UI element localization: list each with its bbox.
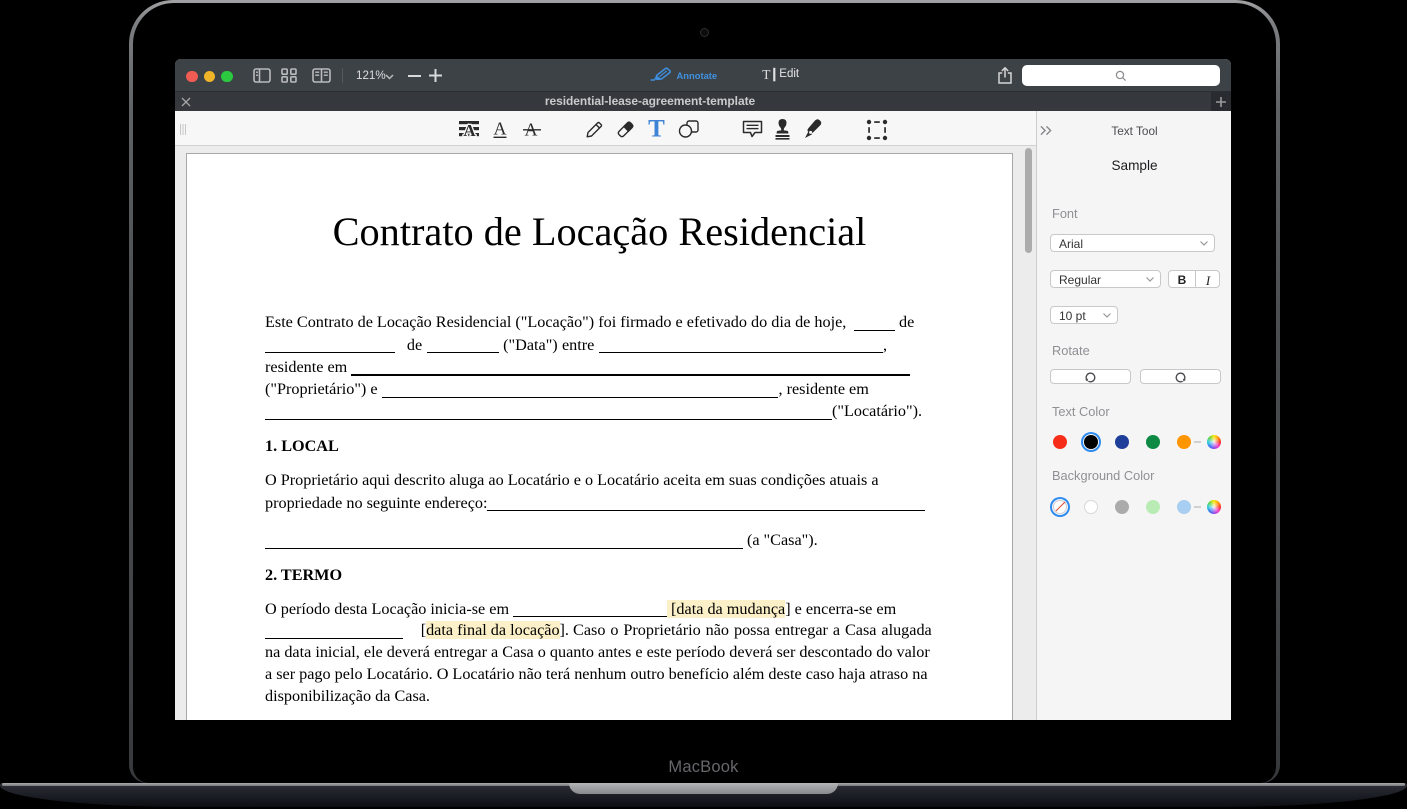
svg-text:A: A (494, 120, 507, 139)
svg-text:A: A (463, 121, 476, 139)
svg-text:T: T (648, 118, 665, 140)
svg-text:T: T (762, 67, 770, 82)
